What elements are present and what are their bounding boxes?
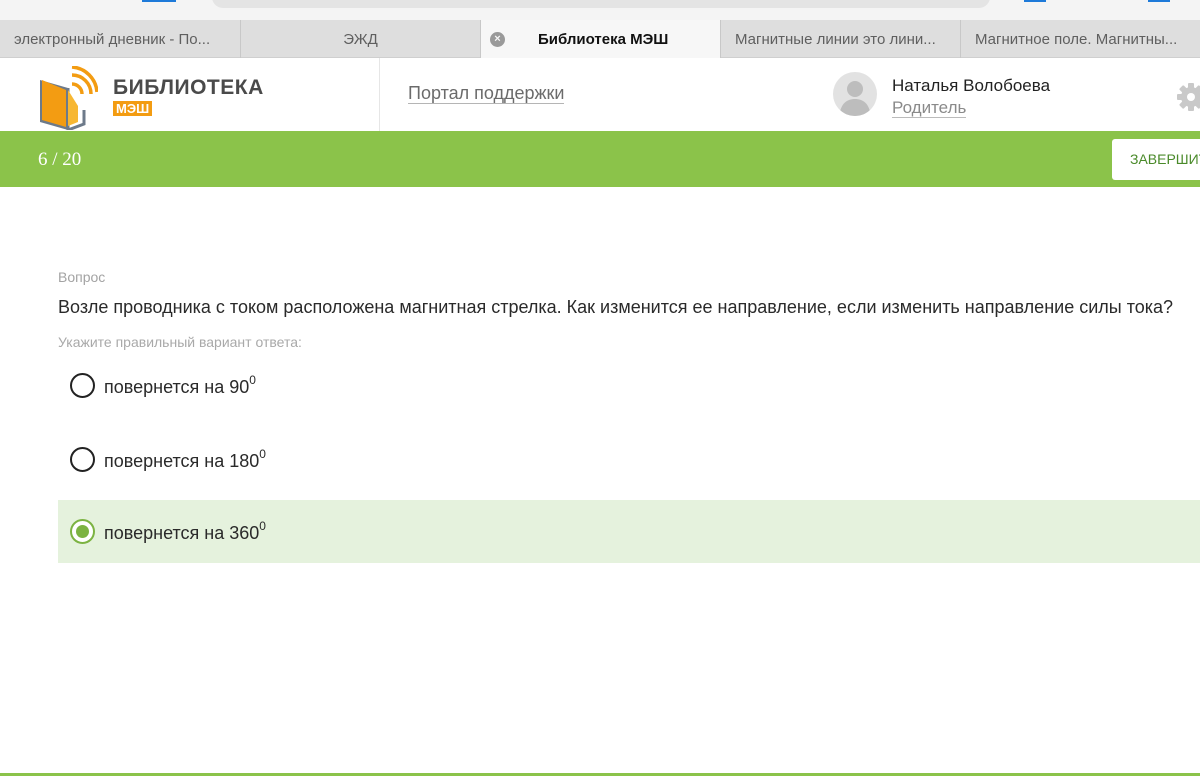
brand-name: БИБЛИОТЕКА <box>113 76 264 99</box>
toolbar-icon[interactable] <box>142 0 176 2</box>
address-bar[interactable] <box>212 0 990 8</box>
answer-hint: Укажите правильный вариант ответа: <box>58 334 302 350</box>
close-icon[interactable]: × <box>490 32 505 47</box>
finish-button[interactable]: ЗАВЕРШИТЬ <box>1112 139 1200 180</box>
brand[interactable]: БИБЛИОТЕКА МЭШ <box>113 76 264 118</box>
question-caption: Вопрос <box>58 269 106 285</box>
browser-tab-magnetic-lines[interactable]: Магнитные линии это лини... <box>721 20 961 58</box>
user-name[interactable]: Наталья Волобоева <box>892 76 1050 96</box>
answer-option-3[interactable]: повернется на 3600 <box>58 500 1200 563</box>
browser-tabs: электронный дневник - По... ЭЖД × Библио… <box>0 20 1200 58</box>
tab-label: Библиотека МЭШ <box>538 30 669 48</box>
browser-tab-magnetic-field[interactable]: Магнитное поле. Магнитны... <box>961 20 1200 58</box>
answer-option-1[interactable]: повернется на 900 <box>58 354 1200 417</box>
browser-toolbar <box>0 0 1200 20</box>
answer-option-2[interactable]: повернется на 1800 <box>58 428 1200 491</box>
book-wifi-logo[interactable] <box>38 66 98 130</box>
header-divider <box>379 58 380 131</box>
radio-button[interactable] <box>70 447 95 472</box>
toolbar-icon[interactable] <box>1148 0 1170 2</box>
support-portal-link[interactable]: Портал поддержки <box>408 83 565 104</box>
site-header: БИБЛИОТЕКА МЭШ Портал поддержки Наталья … <box>0 58 1200 131</box>
tab-label: электронный дневник - По... <box>14 30 211 48</box>
tab-label: ЭЖД <box>343 30 378 48</box>
tab-label: Магнитные линии это лини... <box>735 30 936 48</box>
answer-option-label: повернется на 3600 <box>104 519 266 543</box>
user-avatar-icon[interactable] <box>833 72 877 116</box>
radio-button[interactable] <box>70 373 95 398</box>
radio-button-selected[interactable] <box>70 519 95 544</box>
gear-icon[interactable] <box>1176 82 1200 112</box>
brand-subtitle: МЭШ <box>113 101 153 116</box>
browser-tab-library[interactable]: × Библиотека МЭШ <box>481 20 721 58</box>
question-text: Возле проводника с током расположена маг… <box>58 297 1174 317</box>
toolbar-icon[interactable] <box>1024 0 1046 2</box>
browser-tab-diary[interactable]: электронный дневник - По... <box>0 20 241 58</box>
tab-label: Магнитное поле. Магнитны... <box>975 30 1178 48</box>
browser-tab-ezhd[interactable]: ЭЖД <box>241 20 481 58</box>
answer-option-label: повернется на 900 <box>104 373 256 397</box>
user-role-link[interactable]: Родитель <box>892 98 967 118</box>
question-counter: 6 / 20 <box>38 149 82 170</box>
answer-option-label: повернется на 1800 <box>104 447 266 471</box>
test-progress-bar: 6 / 20 ЗАВЕРШИТЬ <box>0 131 1200 187</box>
